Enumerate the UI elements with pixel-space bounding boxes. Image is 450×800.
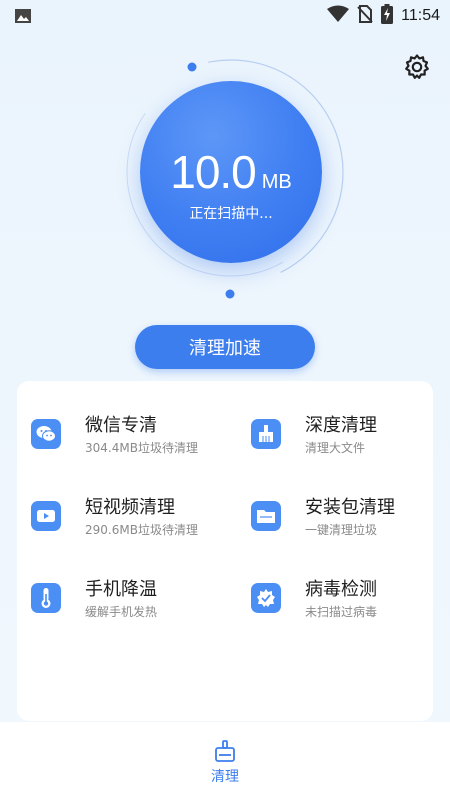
nav-tab-label: 清理 bbox=[211, 769, 239, 785]
scan-status: 正在扫描中... bbox=[189, 206, 273, 222]
scan-value: 10.0 MB bbox=[140, 145, 322, 199]
feature-title: 深度清理 bbox=[305, 415, 377, 436]
feature-subtitle: 未扫描过病毒 bbox=[305, 605, 378, 619]
wifi-icon bbox=[327, 5, 350, 27]
feature-title: 安装包清理 bbox=[305, 497, 395, 518]
feature-title: 手机降温 bbox=[85, 579, 157, 600]
feature-subtitle: 缓解手机发热 bbox=[85, 605, 158, 619]
thermometer-icon bbox=[31, 583, 61, 613]
folder-icon bbox=[251, 501, 281, 531]
feature-title: 病毒检测 bbox=[305, 579, 377, 600]
broom-icon bbox=[251, 419, 281, 449]
status-time: 11:54 bbox=[401, 7, 440, 24]
no-sim-icon bbox=[357, 5, 373, 27]
feature-card: 微信专清 304.4MB垃圾待清理 深度清理 清理大文件 短视频清理 290.6… bbox=[17, 381, 433, 721]
bottom-nav: 清理 bbox=[0, 722, 450, 800]
scan-size: 10.0 bbox=[170, 146, 257, 198]
wechat-icon bbox=[31, 419, 61, 449]
feature-phone-cooling[interactable]: 手机降温 缓解手机发热 bbox=[17, 569, 217, 629]
scan-circle: 10.0 MB 正在扫描中... bbox=[140, 81, 322, 263]
scan-unit: MB bbox=[261, 171, 292, 193]
broom-icon bbox=[213, 740, 237, 768]
feature-short-video-clean[interactable]: 短视频清理 290.6MB垃圾待清理 bbox=[17, 487, 217, 547]
settings-button[interactable] bbox=[400, 52, 434, 86]
status-bar: 11:54 bbox=[0, 0, 450, 32]
virus-shield-icon bbox=[251, 583, 281, 613]
feature-subtitle: 一键清理垃圾 bbox=[305, 523, 378, 537]
feature-title: 短视频清理 bbox=[85, 497, 175, 518]
feature-subtitle: 304.4MB垃圾待清理 bbox=[85, 441, 198, 455]
feature-subtitle: 290.6MB垃圾待清理 bbox=[85, 523, 198, 537]
clean-accelerate-button[interactable]: 清理加速 bbox=[135, 325, 315, 369]
feature-virus-scan[interactable]: 病毒检测 未扫描过病毒 bbox=[237, 569, 437, 629]
gallery-icon bbox=[14, 7, 32, 25]
gear-icon bbox=[402, 52, 432, 86]
feature-deep-clean[interactable]: 深度清理 清理大文件 bbox=[237, 405, 437, 465]
video-icon bbox=[31, 501, 61, 531]
nav-tab-clean[interactable]: 清理 bbox=[200, 736, 250, 786]
feature-subtitle: 清理大文件 bbox=[305, 441, 366, 455]
feature-apk-clean[interactable]: 安装包清理 一键清理垃圾 bbox=[237, 487, 437, 547]
scan-gauge: 10.0 MB 正在扫描中... bbox=[100, 58, 360, 308]
feature-title: 微信专清 bbox=[85, 415, 157, 436]
battery-charging-icon bbox=[381, 4, 394, 28]
feature-wechat-clean[interactable]: 微信专清 304.4MB垃圾待清理 bbox=[17, 405, 217, 465]
